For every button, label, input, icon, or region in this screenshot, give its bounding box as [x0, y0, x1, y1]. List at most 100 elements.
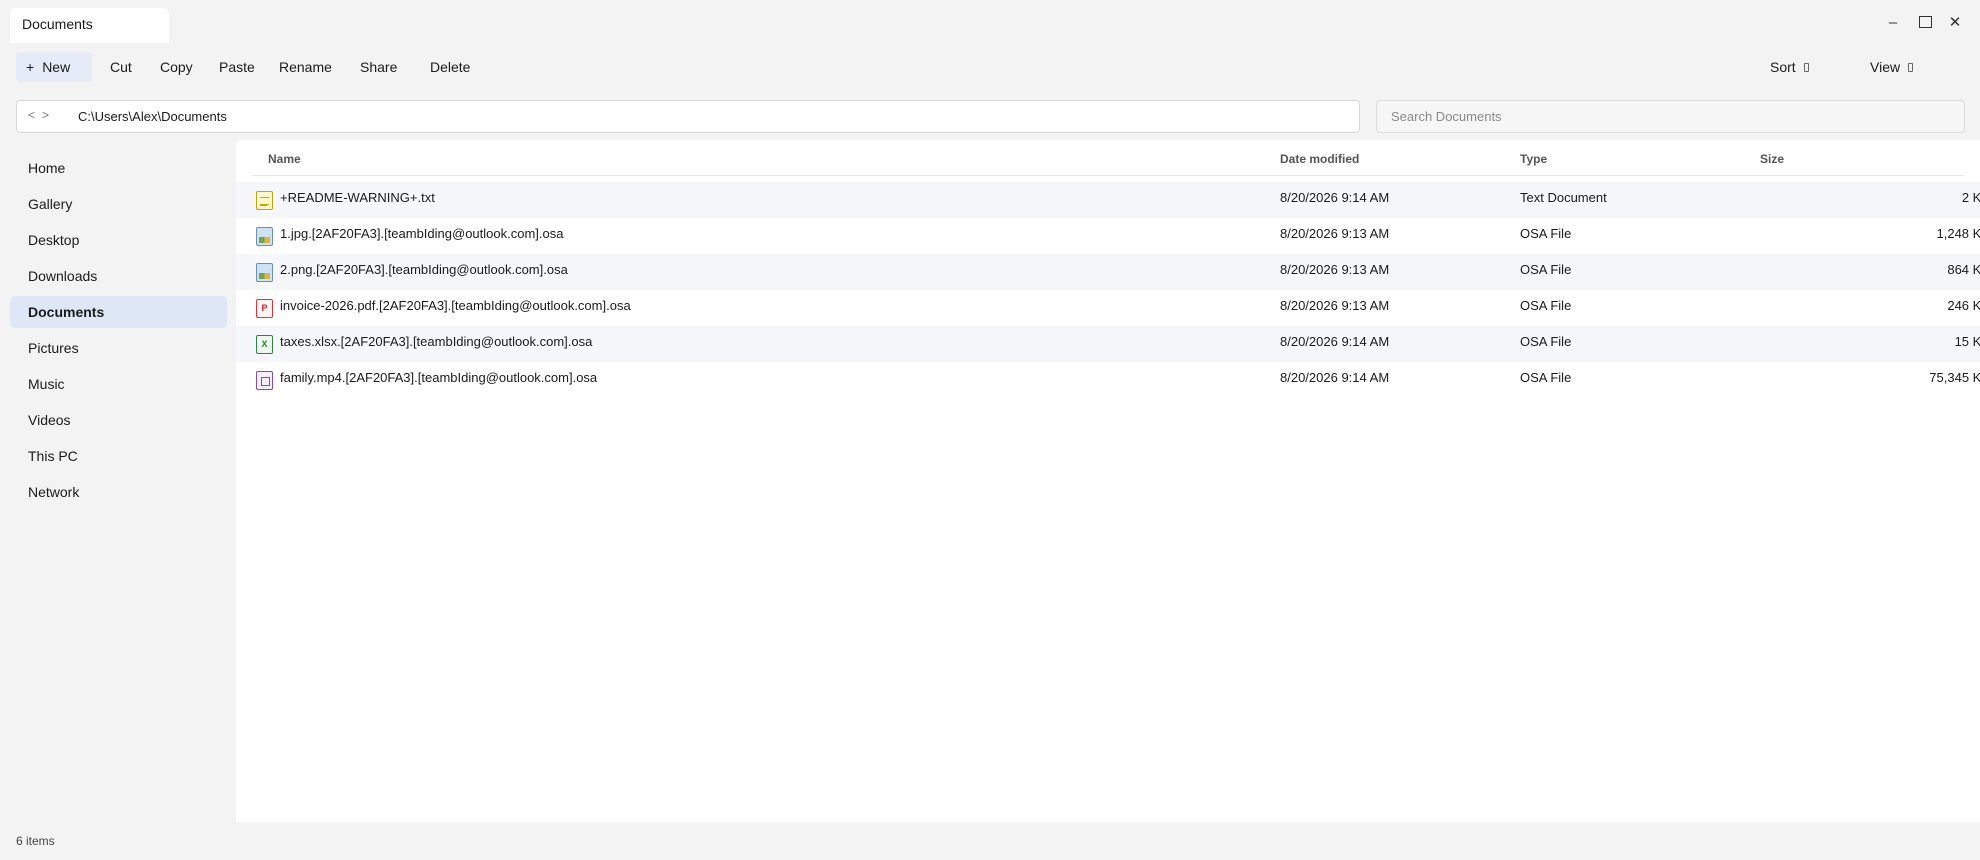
- rename-button-label: Rename: [279, 59, 332, 75]
- image-file-icon: [256, 263, 273, 282]
- sidebar-item-gallery[interactable]: Gallery: [10, 188, 227, 220]
- sidebar-item-label: Pictures: [28, 340, 79, 356]
- column-header-type[interactable]: Type: [1520, 152, 1547, 166]
- minimize-button[interactable]: –: [1878, 8, 1908, 36]
- share-button[interactable]: Share: [350, 52, 407, 82]
- rename-button[interactable]: Rename: [269, 52, 342, 82]
- plus-icon: +: [26, 59, 35, 75]
- text-file-icon: [256, 191, 273, 210]
- close-button[interactable]: ✕: [1940, 8, 1970, 36]
- file-explorer-window: Documents – ✕ + New Cut Copy Paste Renam…: [0, 0, 1980, 860]
- file-date: 8/20/2026 9:14 AM: [1280, 370, 1390, 385]
- file-row[interactable]: P invoice-2026.pdf.[2AF20FA3].[teambIdin…: [236, 290, 1980, 326]
- sort-button-label: Sort: [1770, 59, 1796, 75]
- sidebar-item-label: Gallery: [28, 196, 73, 212]
- file-name: invoice-2026.pdf.[2AF20FA3].[teambIding@…: [280, 298, 631, 313]
- delete-button-label: Delete: [430, 59, 471, 75]
- minimize-icon: –: [1888, 13, 1898, 31]
- file-date: 8/20/2026 9:13 AM: [1280, 262, 1390, 277]
- column-header-size[interactable]: Size: [1760, 152, 1784, 166]
- sidebar-item-downloads[interactable]: Downloads: [10, 260, 227, 292]
- share-button-label: Share: [360, 59, 398, 75]
- chevron-down-icon: [1908, 62, 1914, 72]
- file-date: 8/20/2026 9:14 AM: [1280, 190, 1390, 205]
- image-file-icon: [256, 227, 273, 246]
- delete-button[interactable]: Delete: [420, 52, 480, 82]
- address-path[interactable]: C:\Users\Alex\Documents: [78, 109, 227, 124]
- maximize-button[interactable]: [1910, 8, 1940, 36]
- column-header-name[interactable]: Name: [268, 152, 301, 166]
- view-button-label: View: [1870, 59, 1901, 75]
- back-arrow-icon[interactable]: <: [28, 108, 36, 122]
- file-name: taxes.xlsx.[2AF20FA3].[teambIding@outloo…: [280, 334, 593, 349]
- file-date: 8/20/2026 9:14 AM: [1280, 334, 1390, 349]
- video-file-icon: [256, 371, 273, 390]
- sidebar-item-label: Desktop: [28, 232, 80, 248]
- file-date: 8/20/2026 9:13 AM: [1280, 298, 1390, 313]
- file-row[interactable]: X taxes.xlsx.[2AF20FA3].[teambIding@outl…: [236, 326, 1980, 362]
- maximize-icon: [1918, 16, 1932, 28]
- copy-button[interactable]: Copy: [150, 52, 203, 82]
- file-row[interactable]: 1.jpg.[2AF20FA3].[teambIding@outlook.com…: [236, 218, 1980, 254]
- paste-button[interactable]: Paste: [209, 52, 265, 82]
- file-type: OSA File: [1520, 298, 1572, 313]
- pdf-file-icon: P: [256, 299, 273, 318]
- tab-title: Documents: [22, 16, 93, 32]
- header-divider: [252, 175, 1964, 176]
- file-type: Text Document: [1520, 190, 1607, 205]
- spreadsheet-file-icon: X: [256, 335, 273, 354]
- file-type: OSA File: [1520, 226, 1572, 241]
- file-name: 1.jpg.[2AF20FA3].[teambIding@outlook.com…: [280, 226, 564, 241]
- sidebar-item-music[interactable]: Music: [10, 368, 227, 400]
- cut-button[interactable]: Cut: [100, 52, 142, 82]
- sidebar-item-label: Network: [28, 484, 80, 500]
- sidebar-item-home[interactable]: Home: [10, 152, 227, 184]
- file-list-pane: Name Date modified Type Size +README-WAR…: [236, 140, 1980, 822]
- file-row[interactable]: +README-WARNING+.txt 8/20/2026 9:14 AM T…: [236, 182, 1980, 218]
- forward-arrow-icon[interactable]: >: [42, 108, 50, 122]
- sidebar-item-label: This PC: [28, 448, 78, 464]
- search-input[interactable]: [1391, 109, 1964, 124]
- file-size: 75,345 KB: [1929, 370, 1980, 385]
- column-header-date-modified[interactable]: Date modified: [1280, 152, 1359, 166]
- nav-arrows: < >: [28, 108, 56, 122]
- sidebar-item-pictures[interactable]: Pictures: [10, 332, 227, 364]
- sidebar-item-videos[interactable]: Videos: [10, 404, 227, 436]
- file-type: OSA File: [1520, 262, 1572, 277]
- file-row[interactable]: 2.png.[2AF20FA3].[teambIding@outlook.com…: [236, 254, 1980, 290]
- sidebar-item-desktop[interactable]: Desktop: [10, 224, 227, 256]
- new-button[interactable]: + New: [16, 52, 92, 82]
- file-type: OSA File: [1520, 334, 1572, 349]
- file-name: 2.png.[2AF20FA3].[teambIding@outlook.com…: [280, 262, 568, 277]
- sidebar-item-this-pc[interactable]: This PC: [10, 440, 227, 472]
- navigation-pane: Home Gallery Desktop Downloads Documents…: [0, 140, 236, 822]
- status-bar-item-count: 6 items: [16, 834, 55, 848]
- title-bar: Documents – ✕: [0, 0, 1980, 44]
- file-name: +README-WARNING+.txt: [280, 190, 435, 205]
- file-name: family.mp4.[2AF20FA3].[teambIding@outloo…: [280, 370, 598, 385]
- file-size: 864 KB: [1947, 262, 1980, 277]
- file-size: 2 KB: [1961, 190, 1980, 205]
- file-size: 15 KB: [1954, 334, 1980, 349]
- view-button[interactable]: View: [1860, 52, 1923, 82]
- sidebar-item-label: Documents: [28, 304, 105, 320]
- paste-button-label: Paste: [219, 59, 255, 75]
- command-bar: + New Cut Copy Paste Rename Share Delete…: [0, 50, 1980, 84]
- file-type: OSA File: [1520, 370, 1572, 385]
- file-date: 8/20/2026 9:13 AM: [1280, 226, 1390, 241]
- sidebar-item-label: Downloads: [28, 268, 98, 284]
- close-icon: ✕: [1948, 14, 1962, 31]
- chevron-down-icon: [1803, 62, 1809, 72]
- new-button-label: New: [42, 59, 71, 75]
- file-size: 1,248 KB: [1936, 226, 1980, 241]
- search-box[interactable]: [1376, 100, 1965, 133]
- window-tab[interactable]: Documents: [10, 8, 169, 43]
- sort-button[interactable]: Sort: [1760, 52, 1819, 82]
- file-row[interactable]: family.mp4.[2AF20FA3].[teambIding@outloo…: [236, 362, 1980, 398]
- sidebar-item-network[interactable]: Network: [10, 476, 227, 508]
- copy-button-label: Copy: [160, 59, 193, 75]
- address-bar[interactable]: < > C:\Users\Alex\Documents: [16, 100, 1360, 133]
- sidebar-item-label: Music: [28, 376, 65, 392]
- sidebar-item-label: Home: [28, 160, 66, 176]
- sidebar-item-documents[interactable]: Documents: [10, 296, 227, 328]
